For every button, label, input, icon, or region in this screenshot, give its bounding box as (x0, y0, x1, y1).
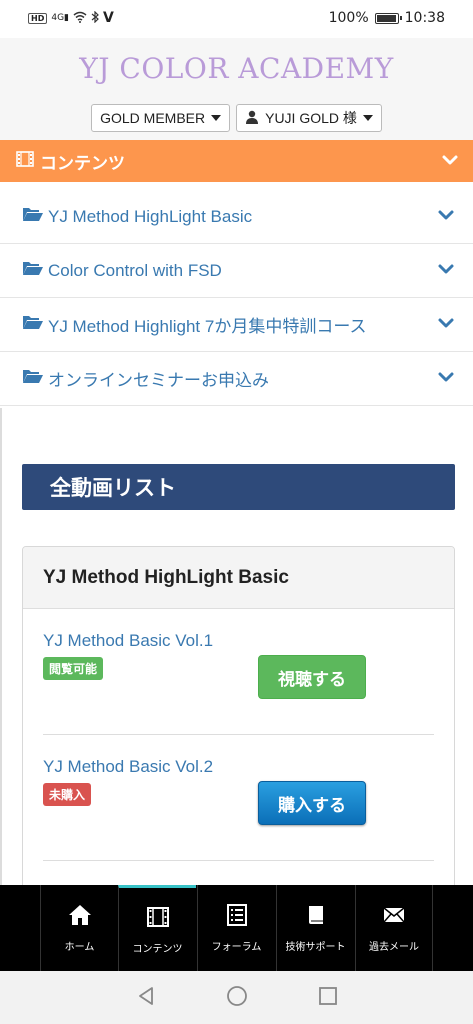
video-panel: YJ Method HighLight Basic YJ Method Basi… (22, 546, 455, 906)
video-title-link[interactable]: YJ Method Basic Vol.1 (43, 631, 213, 651)
tab-label: 過去メール (369, 942, 419, 953)
nav-item-highlight-basic[interactable]: YJ Method HighLight Basic (0, 190, 473, 244)
folder-open-icon (22, 260, 44, 281)
nav-item-label: オンラインセミナーお申込み (48, 371, 269, 390)
member-label: GOLD MEMBER (100, 110, 206, 126)
status-badge: 未購入 (43, 783, 92, 806)
status-badge: 閲覧可能 (43, 657, 104, 680)
tab-label: フォーラム (211, 942, 262, 953)
tab-forum[interactable]: フォーラム (197, 885, 275, 971)
main-content: 全動画リスト YJ Method HighLight Basic YJ Meth… (0, 408, 473, 906)
contents-menu-toggle[interactable]: コンテンツ (0, 140, 473, 182)
user-icon (245, 110, 259, 127)
battery-level (376, 14, 396, 22)
book-icon (304, 903, 328, 930)
battery-icon (374, 12, 402, 24)
bottom-tab-bar: ホーム コンテンツ フォーラム 技術サポート 過去メール (0, 885, 473, 971)
nav-item-label: YJ Method Highlight 7か月集中特訓コース (48, 317, 367, 336)
back-icon[interactable] (135, 985, 157, 1011)
site-header: YJ COLOR ACADEMY GOLD MEMBER YUJI GOLD 様 (0, 38, 473, 140)
chevron-down-icon (437, 206, 455, 229)
folder-open-icon (22, 368, 44, 389)
chevron-down-icon (441, 151, 459, 174)
panel-title: YJ Method HighLight Basic (23, 547, 454, 609)
video-row: YJ Method Basic Vol.1 閲覧可能 視聴する (43, 609, 434, 735)
status-bar: HD 4G▮ V 100% 10:38 (0, 0, 473, 38)
clock: 10:38 (404, 10, 445, 26)
chevron-down-icon (437, 260, 455, 283)
video-row: YJ Method Basic Vol.2 未購入 購入する (43, 735, 434, 861)
video-title-link[interactable]: YJ Method Basic Vol.2 (43, 757, 213, 777)
film-icon (16, 150, 34, 172)
app-page: HD 4G▮ V 100% 10:38 YJ COLOR ACADEMY GOL… (0, 0, 473, 1024)
bluetooth-icon (91, 10, 99, 26)
folder-open-icon (22, 314, 44, 335)
watch-button[interactable]: 視聴する (258, 655, 366, 699)
caret-down-icon (362, 115, 373, 121)
tab-home[interactable]: ホーム (40, 885, 118, 971)
hd-indicator: HD (28, 12, 48, 24)
member-dropdown[interactable]: GOLD MEMBER (91, 104, 231, 132)
nav-item-online-seminar[interactable]: オンラインセミナーお申込み (0, 352, 473, 406)
user-label: YUJI GOLD 様 (265, 110, 357, 126)
nav-item-label: Color Control with FSD (48, 260, 222, 280)
caret-down-icon (211, 115, 222, 121)
section-title: 全動画リスト (22, 464, 455, 510)
nav-item-highlight-7month[interactable]: YJ Method Highlight 7か月集中特訓コース (0, 298, 473, 352)
envelope-icon (382, 903, 406, 930)
home-circle-icon[interactable] (226, 985, 248, 1011)
user-dropdown[interactable]: YUJI GOLD 様 (236, 104, 382, 132)
battery-percent: 100% (328, 10, 369, 26)
tab-contents[interactable]: コンテンツ (118, 885, 196, 971)
recents-icon[interactable] (317, 985, 339, 1011)
vimeo-icon: V (103, 10, 114, 26)
contents-nav-list: YJ Method HighLight Basic Color Control … (0, 190, 473, 406)
nav-item-label: YJ Method HighLight Basic (48, 206, 253, 226)
tab-label: ホーム (64, 942, 95, 953)
list-icon (225, 903, 249, 930)
film-icon (146, 905, 170, 932)
purchase-button[interactable]: 購入する (258, 781, 366, 825)
brand-logo[interactable]: YJ COLOR ACADEMY (0, 52, 473, 85)
chevron-down-icon (437, 314, 455, 337)
chevron-down-icon (437, 368, 455, 391)
signal-icon: 4G▮ (51, 13, 69, 23)
folder-open-icon (22, 206, 44, 227)
tab-past-mail[interactable]: 過去メール (355, 885, 433, 971)
tab-label: コンテンツ (132, 943, 183, 955)
system-nav-bar (0, 971, 473, 1024)
nav-item-color-control[interactable]: Color Control with FSD (0, 244, 473, 298)
contents-bar-label: コンテンツ (40, 153, 125, 174)
wifi-icon (73, 11, 87, 26)
home-icon (68, 903, 92, 930)
member-row: GOLD MEMBER YUJI GOLD 様 (0, 104, 473, 132)
tab-tech-support[interactable]: 技術サポート (276, 885, 354, 971)
tab-label: 技術サポート (285, 942, 346, 953)
